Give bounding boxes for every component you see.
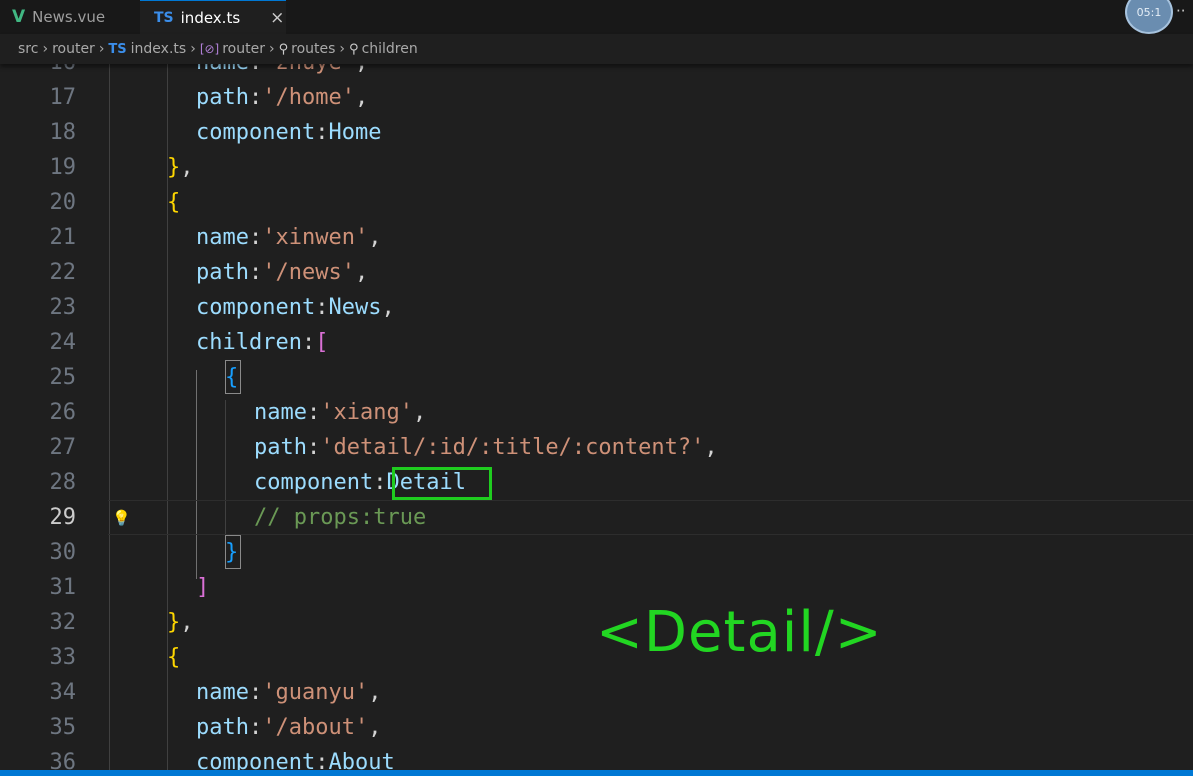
line-number: 22 xyxy=(49,260,77,285)
code-line[interactable]: 26 name:'xiang', xyxy=(0,395,1193,430)
breadcrumb-item-children[interactable]: children xyxy=(362,41,418,57)
tab-label: index.ts xyxy=(180,8,241,27)
avatar[interactable]: 05:1 xyxy=(1125,0,1173,34)
line-number: 17 xyxy=(49,85,77,110)
chevron-right-icon: › xyxy=(190,41,196,57)
chevron-right-icon: › xyxy=(339,41,346,57)
code-line[interactable]: 19}, xyxy=(0,150,1193,185)
code-text[interactable]: { xyxy=(167,185,180,220)
line-number: 27 xyxy=(49,435,77,460)
property-icon: ⚲ xyxy=(349,41,359,57)
line-number: 29 xyxy=(49,505,77,530)
code-text[interactable]: path:'detail/:id/:title/:content?', xyxy=(254,430,718,465)
code-line[interactable]: 17 path:'/home', xyxy=(0,80,1193,115)
code-line[interactable]: 18 component:Home xyxy=(0,115,1193,150)
code-text[interactable]: }, xyxy=(167,605,194,640)
code-line[interactable]: 20 { xyxy=(0,185,1193,220)
code-line[interactable]: 28 component:Detail xyxy=(0,465,1193,500)
more-actions-icon[interactable]: ·· xyxy=(1176,2,1186,20)
code-line[interactable]: 34 name:'guanyu', xyxy=(0,675,1193,710)
close-icon[interactable]: × xyxy=(270,8,284,28)
chevron-right-icon: › xyxy=(268,41,275,57)
line-number: 32 xyxy=(49,610,77,635)
code-line[interactable]: 21 name:'xinwen', xyxy=(0,220,1193,255)
property-icon: ⚲ xyxy=(278,41,289,57)
typescript-file-icon: TS xyxy=(154,9,174,26)
breadcrumb-item-router[interactable]: router xyxy=(52,41,95,57)
line-number: 33 xyxy=(49,645,77,670)
code-line[interactable]: 27 path:'detail/:id/:title/:content?', xyxy=(0,430,1193,465)
line-number: 16 xyxy=(0,64,77,80)
code-line[interactable]: 29 // props:true xyxy=(0,500,1193,535)
line-number: 36 xyxy=(49,750,77,770)
line-number: 34 xyxy=(49,680,77,705)
highlight-box xyxy=(392,467,492,500)
code-text[interactable]: { xyxy=(167,640,180,675)
line-number: 23 xyxy=(49,295,77,320)
code-editor[interactable]: 💡 16name:'zhuye',17path:'/home',18compon… xyxy=(0,64,1193,770)
code-line[interactable]: 35 path:'/about', xyxy=(0,710,1193,745)
code-text[interactable]: component:News, xyxy=(196,290,395,325)
code-text[interactable]: path:'/home', xyxy=(196,80,368,115)
line-number: 20 xyxy=(49,190,77,215)
code-line[interactable]: 30} xyxy=(0,535,1193,570)
code-text[interactable]: children:[ xyxy=(196,325,328,360)
code-line[interactable]: 25 { xyxy=(0,360,1193,395)
tab-bar: V News.vue TS index.ts × 05:1 ·· xyxy=(0,0,1193,34)
code-line[interactable]: 16 name:'zhuye', xyxy=(0,64,1193,80)
code-text[interactable]: name:'xiang', xyxy=(254,395,426,430)
breadcrumb: src › router › TS index.ts › [⊘] router … xyxy=(0,34,1193,64)
line-number: 21 xyxy=(49,225,77,250)
code-text[interactable]: // props:true xyxy=(254,500,426,535)
code-line[interactable]: 24 children:[ xyxy=(0,325,1193,360)
line-number: 30 xyxy=(49,540,77,565)
chevron-right-icon: › xyxy=(98,41,105,57)
code-text[interactable]: path:'/about', xyxy=(196,710,381,745)
vue-file-icon: V xyxy=(12,7,26,27)
line-number: 25 xyxy=(49,365,77,390)
code-text[interactable]: path:'/news', xyxy=(196,255,368,290)
code-line[interactable]: 22 path:'/news', xyxy=(0,255,1193,290)
tab-index-ts[interactable]: TS index.ts × xyxy=(140,0,286,34)
code-text[interactable]: }, xyxy=(167,150,194,185)
typescript-file-icon: TS xyxy=(108,41,127,57)
line-number: 31 xyxy=(49,575,77,600)
line-number: 19 xyxy=(49,155,77,180)
tab-news-vue[interactable]: V News.vue xyxy=(0,0,140,34)
breadcrumb-item-router-var[interactable]: router xyxy=(222,41,265,57)
variable-icon: [⊘] xyxy=(199,42,220,56)
code-text[interactable]: component:About xyxy=(196,745,395,770)
line-number: 24 xyxy=(49,330,77,355)
tab-label: News.vue xyxy=(32,8,106,26)
code-text[interactable]: name:'guanyu', xyxy=(196,675,381,710)
code-text[interactable]: component:Home xyxy=(196,115,381,150)
line-number: 18 xyxy=(49,120,77,145)
line-number: 35 xyxy=(49,715,77,740)
code-text[interactable]: ] xyxy=(196,570,209,605)
chevron-right-icon: › xyxy=(42,41,49,57)
line-number: 26 xyxy=(49,400,77,425)
breadcrumb-item-src[interactable]: src xyxy=(18,41,38,57)
code-text[interactable]: name:'xinwen', xyxy=(196,220,381,255)
code-line[interactable]: 36 component:About xyxy=(0,745,1193,770)
code-text[interactable]: name:'zhuye', xyxy=(196,64,368,80)
code-line[interactable]: 23 component:News, xyxy=(0,290,1193,325)
annotation-text: <Detail/> xyxy=(596,600,883,665)
code-text[interactable]: { xyxy=(225,360,238,395)
line-number: 28 xyxy=(49,470,77,495)
breadcrumb-item-routes[interactable]: routes xyxy=(291,41,335,57)
breadcrumb-item-file[interactable]: index.ts xyxy=(131,41,187,57)
code-text[interactable]: } xyxy=(225,535,238,570)
status-bar xyxy=(0,770,1193,776)
